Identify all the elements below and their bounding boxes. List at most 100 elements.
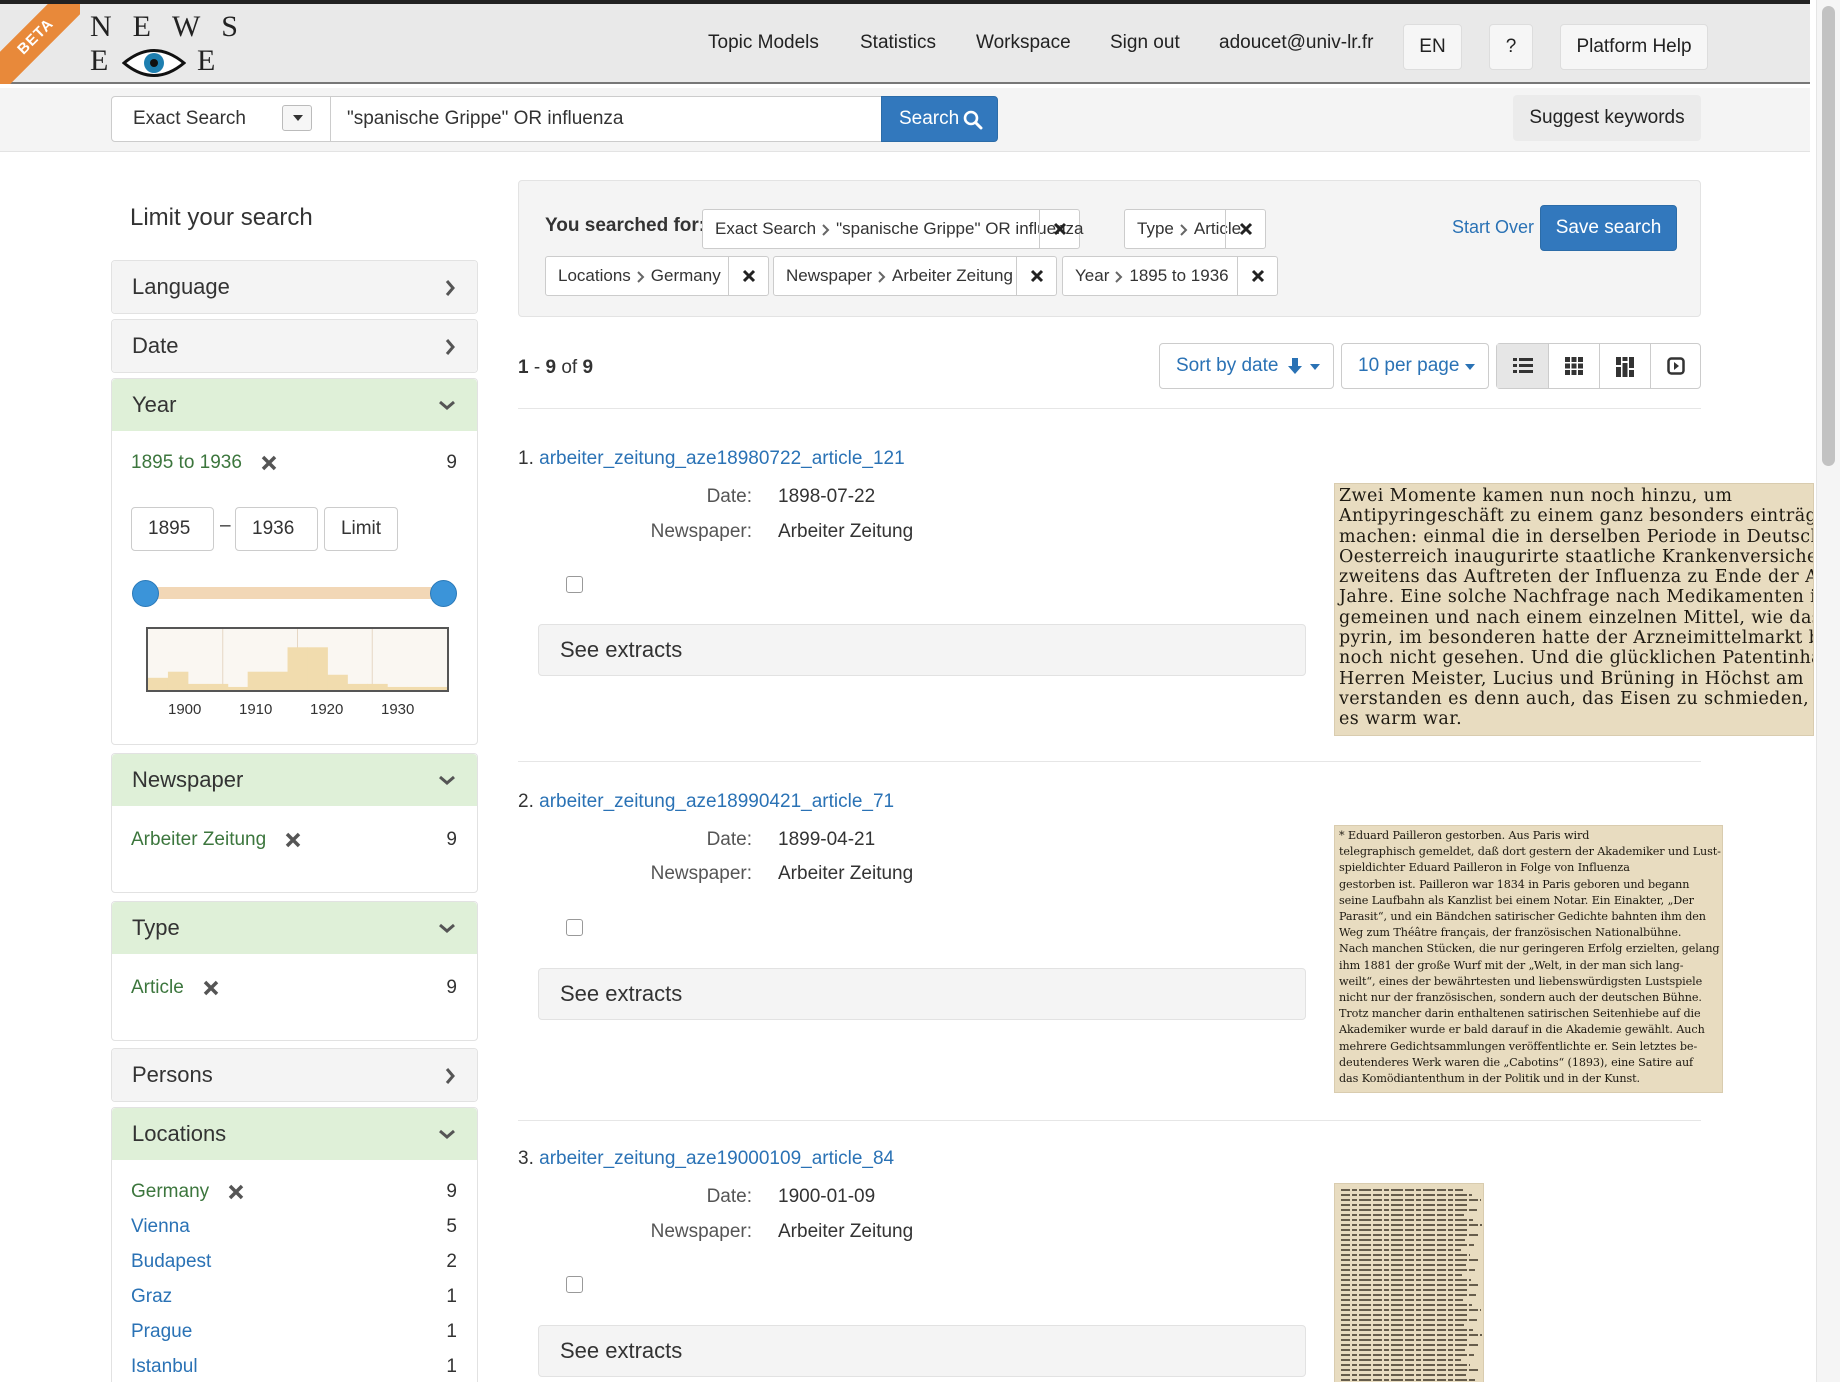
facet-locations-header[interactable]: Locations — [112, 1108, 477, 1160]
type-selected-value: Article — [131, 977, 184, 998]
facet-language-header[interactable]: Language — [112, 261, 477, 313]
locations-list: Germany 9 Vienna 5 Budapest 2 Graz 1 Pra… — [112, 1174, 477, 1382]
page-scrollbar-thumb[interactable] — [1822, 6, 1835, 466]
newspaper-label: Newspaper: — [650, 1221, 752, 1242]
limit-search-title: Limit your search — [130, 204, 313, 231]
constraint-chip-body[interactable]: Locations Germany — [546, 257, 721, 295]
suggest-keywords-button[interactable]: Suggest keywords — [1513, 95, 1701, 141]
result-count: 1 - 9 of 9 — [518, 357, 594, 378]
location-item-budapest[interactable]: Budapest 2 — [112, 1244, 477, 1279]
beta-ribbon: BETA — [0, 4, 80, 84]
list-view-button[interactable] — [1497, 344, 1548, 388]
location-item-graz[interactable]: Graz 1 — [112, 1279, 477, 1314]
nav-statistics[interactable]: Statistics — [860, 32, 936, 54]
result-title-link[interactable]: arbeiter_zeitung_aze18980722_article_121 — [539, 448, 905, 469]
article-scan-thumbnail[interactable]: * Eduard Pailleron gestorben. Aus Paris … — [1334, 825, 1723, 1093]
remove-constraint-button[interactable] — [1016, 257, 1056, 295]
sort-dropdown[interactable]: Sort by date — [1159, 343, 1334, 389]
slideshow-view-icon — [1667, 357, 1685, 375]
see-extracts-button[interactable]: See extracts — [538, 624, 1306, 676]
search-mode-caret[interactable] — [282, 105, 312, 131]
see-extracts-button[interactable]: See extracts — [538, 968, 1306, 1020]
location-name[interactable]: Istanbul — [131, 1356, 198, 1377]
masonry-view-button[interactable] — [1599, 344, 1650, 388]
search-input[interactable] — [330, 96, 882, 142]
constraint-chip-query: Exact Search "spanische Grippe" OR influe… — [702, 209, 1083, 249]
histogram-bar — [187, 683, 209, 690]
language-button[interactable]: EN — [1403, 24, 1462, 70]
histogram-bar — [247, 671, 269, 690]
facet-type-header[interactable]: Type — [112, 902, 477, 954]
facet-year-header[interactable]: Year — [112, 379, 477, 431]
remove-constraint-button[interactable] — [728, 257, 768, 295]
location-item-istanbul[interactable]: Istanbul 1 — [112, 1349, 477, 1382]
facet-persons[interactable]: Persons — [111, 1048, 478, 1102]
facet-date[interactable]: Date — [111, 319, 478, 373]
location-count: 2 — [446, 1251, 457, 1272]
remove-constraint-button[interactable] — [1237, 257, 1277, 295]
nav-sign-out[interactable]: Sign out — [1110, 32, 1180, 54]
logo-left-letter: E — [90, 44, 109, 77]
remove-x-icon[interactable] — [203, 980, 219, 996]
platform-help-button[interactable]: Platform Help — [1560, 24, 1708, 70]
result-title-link[interactable]: arbeiter_zeitung_aze19000109_article_84 — [539, 1148, 894, 1169]
help-question-button[interactable]: ? — [1489, 24, 1533, 70]
year-to-input[interactable]: 1936 — [235, 507, 318, 551]
nav-user-email[interactable]: adoucet@univ-lr.fr — [1219, 32, 1373, 54]
page-scrollbar[interactable] — [1816, 0, 1840, 1382]
constraint-chip-body[interactable]: Type Article — [1125, 210, 1241, 248]
remove-x-icon[interactable] — [261, 455, 277, 471]
facet-year-label: Year — [132, 392, 177, 417]
facet-newspaper-header[interactable]: Newspaper — [112, 754, 477, 806]
gallery-view-button[interactable] — [1548, 344, 1599, 388]
newspaper-value: Arbeiter Zeitung — [778, 521, 914, 542]
constraint-chip-body[interactable]: Exact Search "spanische Grippe" OR influe… — [703, 210, 1083, 248]
slideshow-view-button[interactable] — [1650, 344, 1701, 388]
year-limit-button[interactable]: Limit — [324, 507, 398, 551]
location-name[interactable]: Vienna — [131, 1216, 190, 1237]
nav-workspace[interactable]: Workspace — [976, 32, 1071, 54]
article-scan-thumbnail[interactable] — [1334, 1183, 1484, 1382]
location-item-germany[interactable]: Germany 9 — [112, 1174, 477, 1209]
article-scan-thumbnail[interactable]: Zwei Momente kamen nun noch hinzu, um An… — [1334, 483, 1814, 736]
facet-locations-label: Locations — [132, 1121, 227, 1146]
location-item-vienna[interactable]: Vienna 5 — [112, 1209, 477, 1244]
constraint-field: Type — [1137, 219, 1174, 238]
results-divider — [518, 408, 1701, 409]
location-name[interactable]: Graz — [131, 1286, 172, 1307]
location-name[interactable]: Budapest — [131, 1251, 211, 1272]
select-result-checkbox[interactable] — [566, 919, 583, 936]
newseye-logo[interactable]: NEWS E E — [90, 10, 238, 80]
year-slider-track[interactable] — [145, 587, 445, 599]
location-item-prague[interactable]: Prague 1 — [112, 1314, 477, 1349]
remove-x-icon[interactable] — [285, 832, 301, 848]
location-count: 1 — [446, 1321, 457, 1342]
constraint-chip-body[interactable]: Newspaper Arbeiter Zeitung — [774, 257, 1013, 295]
search-button[interactable]: Search — [881, 96, 998, 142]
start-over-link[interactable]: Start Over — [1452, 217, 1534, 238]
per-page-dropdown[interactable]: 10 per page — [1341, 343, 1489, 389]
result-title-link[interactable]: arbeiter_zeitung_aze18990421_article_71 — [539, 791, 894, 812]
save-search-button[interactable]: Save search — [1540, 205, 1677, 251]
select-result-checkbox[interactable] — [566, 1276, 583, 1293]
select-result-checkbox[interactable] — [566, 576, 583, 593]
constraint-field: Newspaper — [786, 266, 872, 285]
constraint-chip-locations: Locations Germany — [545, 256, 769, 296]
year-slider-handle-max[interactable] — [430, 580, 457, 607]
range-total: 9 — [582, 357, 594, 378]
year-slider-handle-min[interactable] — [132, 580, 159, 607]
facet-date-header[interactable]: Date — [112, 320, 477, 372]
remove-constraint-button[interactable] — [1039, 210, 1079, 248]
see-extracts-button[interactable]: See extracts — [538, 1325, 1306, 1377]
facet-persons-header[interactable]: Persons — [112, 1049, 477, 1101]
you-searched-label: You searched for: — [545, 215, 706, 236]
constraint-chip-body[interactable]: Year 1895 to 1936 — [1063, 257, 1229, 295]
year-from-input[interactable]: 1895 — [131, 507, 214, 551]
remove-x-icon[interactable] — [228, 1184, 244, 1200]
location-name[interactable]: Prague — [131, 1321, 192, 1342]
facet-language[interactable]: Language — [111, 260, 478, 314]
newspaper-label: Newspaper: — [650, 863, 752, 884]
remove-constraint-button[interactable] — [1225, 210, 1265, 248]
nav-topic-models[interactable]: Topic Models — [708, 32, 819, 54]
constraint-chip-year: Year 1895 to 1936 — [1062, 256, 1278, 296]
